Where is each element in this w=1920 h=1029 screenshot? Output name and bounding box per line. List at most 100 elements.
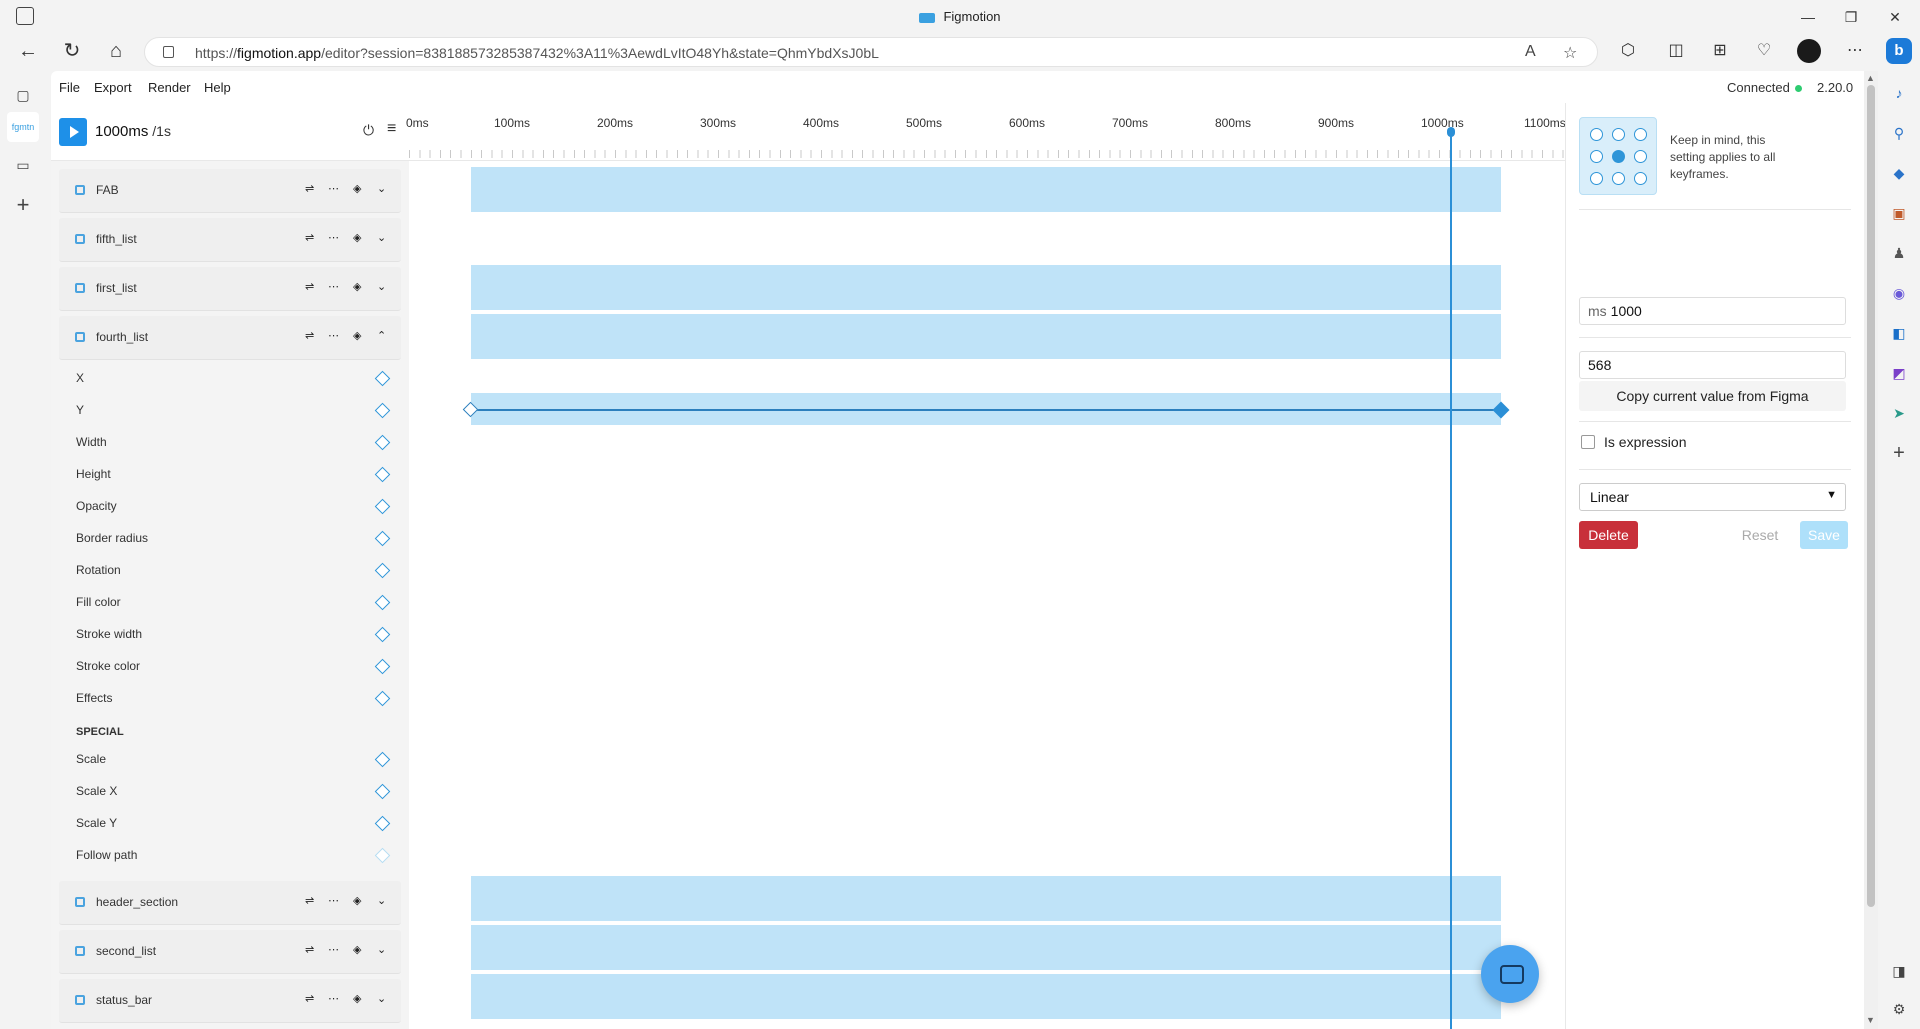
sidebar-settings-icon[interactable]: ⚙ [1888, 998, 1910, 1020]
layers-icon[interactable]: ◈ [353, 280, 361, 293]
outlook-icon[interactable]: ◧ [1888, 322, 1910, 344]
anchor-point-selected[interactable] [1612, 150, 1625, 163]
hide-sidebar-icon[interactable]: ◨ [1888, 960, 1910, 982]
more-icon[interactable]: ⋯ [328, 231, 339, 244]
notifications-icon[interactable]: ♪ [1888, 82, 1910, 104]
prop-row-y[interactable]: Y [59, 395, 401, 427]
tune-icon[interactable]: ⇌ [305, 231, 314, 244]
extensions-icon[interactable]: ⬡ [1616, 39, 1640, 63]
tab-actions-icon[interactable]: ▢ [12, 84, 34, 106]
prop-row-border-radius[interactable]: Border radius [59, 523, 401, 555]
layer-row-second-list[interactable]: second_list ⇌ ⋯ ◈ ⌄ [59, 930, 401, 974]
keyframe-time-field[interactable]: ms 1000 [1579, 297, 1846, 325]
more-icon[interactable]: ⋯ [328, 894, 339, 907]
add-keyframe-icon[interactable] [374, 402, 391, 419]
layer-row-fifth-list[interactable]: fifth_list ⇌ ⋯ ◈ ⌄ [59, 218, 401, 262]
list-menu-icon[interactable]: ≡ [387, 120, 396, 138]
home-button[interactable]: ⌂ [102, 38, 130, 64]
layer-row-fourth-list[interactable]: fourth_list ⇌ ⋯ ◈ ⌃ [59, 316, 401, 360]
anchor-point[interactable] [1612, 128, 1625, 141]
prop-row-height[interactable]: Height [59, 459, 401, 491]
tune-icon[interactable]: ⇌ [305, 329, 314, 342]
tab-figmotion[interactable]: fgmtn [7, 112, 39, 142]
tune-icon[interactable]: ⇌ [305, 894, 314, 907]
track-bar-fourth-list[interactable] [471, 314, 1501, 359]
layer-row-first-list[interactable]: first_list ⇌ ⋯ ◈ ⌄ [59, 267, 401, 311]
prop-row-scale[interactable]: Scale [59, 744, 401, 776]
track-bar-status-bar[interactable] [471, 974, 1501, 1019]
timeline-ruler[interactable]: 0ms 100ms 200ms 300ms 400ms 500ms 600ms … [406, 103, 1565, 161]
track-bar-second-list[interactable] [471, 925, 1501, 970]
profile-avatar[interactable] [1797, 39, 1821, 63]
prop-row-effects[interactable]: Effects [59, 683, 401, 715]
prop-row-fill-color[interactable]: Fill color [59, 587, 401, 619]
chevron-down-icon[interactable]: ⌄ [377, 231, 386, 244]
more-icon[interactable]: ⋯ [328, 992, 339, 1005]
layers-icon[interactable]: ◈ [353, 329, 361, 342]
scroll-thumb[interactable] [1867, 85, 1875, 907]
prop-row-scale-y[interactable]: Scale Y [59, 808, 401, 840]
prop-row-width[interactable]: Width [59, 427, 401, 459]
menu-help[interactable]: Help [204, 80, 231, 95]
shopping-tag-icon[interactable]: ◆ [1888, 162, 1910, 184]
anchor-point[interactable] [1634, 150, 1647, 163]
refresh-button[interactable]: ↻ [58, 38, 86, 64]
easing-select[interactable]: Linear ▼ [1579, 483, 1846, 511]
anchor-point[interactable] [1612, 172, 1625, 185]
prop-row-follow-path[interactable]: Follow path [59, 840, 401, 872]
keyframe-value-field[interactable]: 568 [1579, 351, 1846, 379]
chevron-up-icon[interactable]: ⌃ [377, 329, 386, 342]
tools-icon[interactable]: ▣ [1888, 202, 1910, 224]
settings-more-icon[interactable]: ⋯ [1843, 39, 1867, 63]
delete-button[interactable]: Delete [1579, 521, 1638, 549]
layers-icon[interactable]: ◈ [353, 894, 361, 907]
scroll-up-icon[interactable]: ▲ [1866, 73, 1875, 83]
menu-file[interactable]: File [59, 80, 80, 95]
layer-row-status-bar[interactable]: status_bar ⇌ ⋯ ◈ ⌄ [59, 979, 401, 1023]
new-tab-icon[interactable]: + [12, 194, 34, 216]
layers-icon[interactable]: ◈ [353, 231, 361, 244]
add-keyframe-icon[interactable] [374, 370, 391, 387]
reset-button[interactable]: Reset [1736, 521, 1784, 549]
tune-icon[interactable]: ⇌ [305, 943, 314, 956]
track-bar-header-section[interactable] [471, 876, 1501, 921]
track-bar-first-list[interactable] [471, 265, 1501, 310]
add-keyframe-icon[interactable] [374, 530, 391, 547]
minimize-button[interactable]: — [1796, 6, 1820, 28]
more-icon[interactable]: ⋯ [328, 280, 339, 293]
save-button[interactable]: Save [1800, 521, 1848, 549]
add-keyframe-icon[interactable] [374, 594, 391, 611]
chevron-down-icon[interactable]: ⌄ [377, 943, 386, 956]
is-expression-checkbox[interactable] [1581, 435, 1595, 449]
more-icon[interactable]: ⋯ [328, 329, 339, 342]
tune-icon[interactable]: ⇌ [305, 182, 314, 195]
prop-row-stroke-width[interactable]: Stroke width [59, 619, 401, 651]
tab-inactive-icon[interactable]: ▭ [12, 154, 34, 176]
chevron-down-icon[interactable]: ⌄ [377, 992, 386, 1005]
anchor-grid[interactable] [1579, 117, 1657, 195]
layers-icon[interactable]: ◈ [353, 182, 361, 195]
designer-icon[interactable]: ◩ [1888, 362, 1910, 384]
read-aloud-icon[interactable]: A [1525, 43, 1536, 61]
add-keyframe-icon[interactable] [374, 562, 391, 579]
chevron-down-icon[interactable]: ⌄ [377, 182, 386, 195]
browser-essentials-icon[interactable]: ♡ [1752, 39, 1776, 63]
microsoft-365-icon[interactable]: ◉ [1888, 282, 1910, 304]
collections-icon[interactable]: ⊞ [1708, 39, 1732, 63]
favorite-star-icon[interactable]: ☆ [1563, 43, 1577, 63]
play-button[interactable] [59, 118, 87, 146]
prop-row-rotation[interactable]: Rotation [59, 555, 401, 587]
tune-icon[interactable]: ⇌ [305, 992, 314, 1005]
prop-row-scale-x[interactable]: Scale X [59, 776, 401, 808]
anchor-point[interactable] [1634, 172, 1647, 185]
add-keyframe-icon[interactable] [374, 783, 391, 800]
prop-row-stroke-color[interactable]: Stroke color [59, 651, 401, 683]
menu-render[interactable]: Render [148, 80, 191, 95]
anchor-point[interactable] [1590, 172, 1603, 185]
prop-row-x[interactable]: X [59, 363, 401, 395]
layers-icon[interactable]: ◈ [353, 992, 361, 1005]
add-keyframe-icon[interactable] [374, 751, 391, 768]
copilot-icon[interactable]: b [1886, 38, 1912, 64]
anchor-point[interactable] [1590, 128, 1603, 141]
more-icon[interactable]: ⋯ [328, 182, 339, 195]
